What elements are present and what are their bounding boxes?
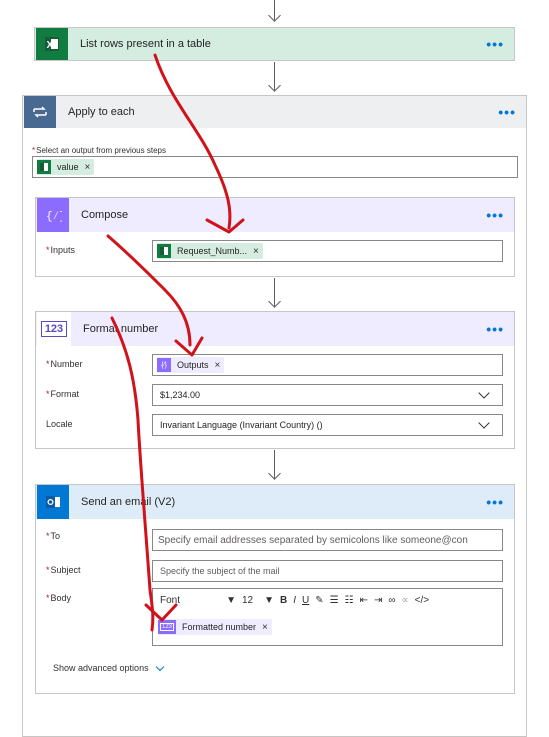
outlook-icon	[37, 485, 69, 519]
bold-button[interactable]: B	[277, 595, 290, 606]
to-label: *To	[46, 531, 61, 541]
svg-text:{⁄}: {⁄}	[46, 211, 62, 223]
to-field[interactable]: Specify email addresses separated by sem…	[152, 529, 503, 551]
inputs-field[interactable]: Request_Numb... ×	[152, 240, 503, 262]
connector-arrowhead	[268, 79, 281, 92]
compose-card: {⁄} Compose •••	[35, 197, 515, 277]
caret-down-icon: ▼	[264, 594, 274, 606]
inputs-label: *Inputs	[46, 245, 76, 255]
number-icon: 123	[37, 312, 71, 346]
outputs-remove-icon[interactable]: ×	[215, 360, 221, 371]
select-output-label: *Select an output from previous steps	[32, 146, 166, 155]
increase-indent-icon[interactable]: ⇥	[371, 595, 385, 606]
format-number-more-button[interactable]: •••	[486, 321, 504, 337]
list-rows-header: X List rows present in a table •••	[35, 28, 514, 60]
link-icon[interactable]: ∞	[385, 595, 398, 606]
number-field[interactable]: {⁄} Outputs ×	[152, 354, 503, 376]
list-rows-more-button[interactable]: •••	[486, 36, 504, 52]
locale-dropdown[interactable]: Invariant Language (Invariant Country) (…	[152, 414, 503, 436]
number-icon: 123	[158, 620, 176, 634]
italic-button[interactable]: I	[290, 595, 299, 606]
underline-button[interactable]: U	[299, 595, 312, 606]
apply-to-each-more-button[interactable]: •••	[498, 104, 516, 120]
numbered-list-icon[interactable]: ☷	[342, 595, 357, 606]
compose-title: Compose	[81, 209, 129, 221]
chevron-down-icon	[478, 387, 490, 399]
loop-icon	[24, 96, 56, 128]
locale-label: Locale	[46, 419, 73, 429]
caret-down-icon: ▼	[226, 594, 236, 606]
unlink-icon[interactable]: ∝	[399, 595, 412, 606]
value-token-remove-icon[interactable]: ×	[85, 162, 91, 173]
number-badge: 123	[40, 321, 68, 337]
subject-field[interactable]: Specify the subject of the mail	[152, 560, 503, 582]
highlight-icon[interactable]: ✎	[312, 595, 326, 606]
decrease-indent-icon[interactable]: ⇤	[357, 595, 371, 606]
request-number-remove-icon[interactable]: ×	[253, 246, 259, 257]
send-email-more-button[interactable]: •••	[486, 494, 504, 510]
request-number-token[interactable]: Request_Numb... ×	[157, 243, 263, 259]
list-rows-title: List rows present in a table	[80, 38, 211, 50]
body-label: *Body	[46, 593, 72, 603]
compose-icon: {⁄}	[157, 358, 171, 372]
bullet-list-icon[interactable]: ☰	[327, 595, 342, 606]
show-advanced-options-link[interactable]: Show advanced options	[53, 662, 164, 673]
send-email-header[interactable]: Send an email (V2) •••	[36, 485, 514, 519]
format-number-header[interactable]: 123 Format number •••	[36, 312, 514, 346]
body-toolbar: Font ▼ 12 ▼ B I U ✎ ☰ ☷ ⇤ ⇥ ∞ ∝ </>	[157, 589, 502, 611]
number-label: *Number	[46, 359, 83, 369]
excel-icon	[157, 244, 171, 258]
subject-label: *Subject	[46, 565, 81, 575]
outputs-token[interactable]: {⁄} Outputs ×	[157, 357, 225, 373]
apply-to-each-title: Apply to each	[68, 106, 135, 118]
formatted-number-remove-icon[interactable]: ×	[262, 622, 268, 633]
font-dropdown[interactable]: Font ▼	[157, 595, 239, 606]
svg-text:X: X	[47, 40, 54, 51]
format-dropdown[interactable]: $1,234.00	[152, 384, 503, 406]
compose-header[interactable]: {⁄} Compose •••	[36, 198, 514, 232]
format-number-title: Format number	[83, 323, 159, 335]
apply-to-each-header[interactable]: Apply to each •••	[23, 96, 526, 128]
size-dropdown[interactable]: 12 ▼	[239, 595, 277, 606]
excel-icon: X	[36, 28, 68, 60]
compose-more-button[interactable]: •••	[486, 207, 504, 223]
connector-arrowhead	[268, 9, 281, 22]
body-editor[interactable]: Font ▼ 12 ▼ B I U ✎ ☰ ☷ ⇤ ⇥ ∞ ∝ </> 123 Fo…	[152, 588, 503, 646]
select-output-field[interactable]: value ×	[32, 156, 518, 178]
compose-icon: {⁄}	[37, 198, 69, 232]
format-label: *Format	[46, 389, 80, 399]
chevron-down-icon	[155, 662, 164, 671]
send-email-title: Send an email (V2)	[81, 496, 176, 508]
excel-icon	[37, 160, 51, 174]
code-view-icon[interactable]: </>	[412, 595, 432, 606]
list-rows-card[interactable]: X List rows present in a table •••	[34, 27, 515, 61]
formatted-number-token[interactable]: 123 Formatted number ×	[158, 619, 272, 635]
value-token[interactable]: value ×	[37, 159, 95, 175]
chevron-down-icon	[478, 417, 490, 429]
